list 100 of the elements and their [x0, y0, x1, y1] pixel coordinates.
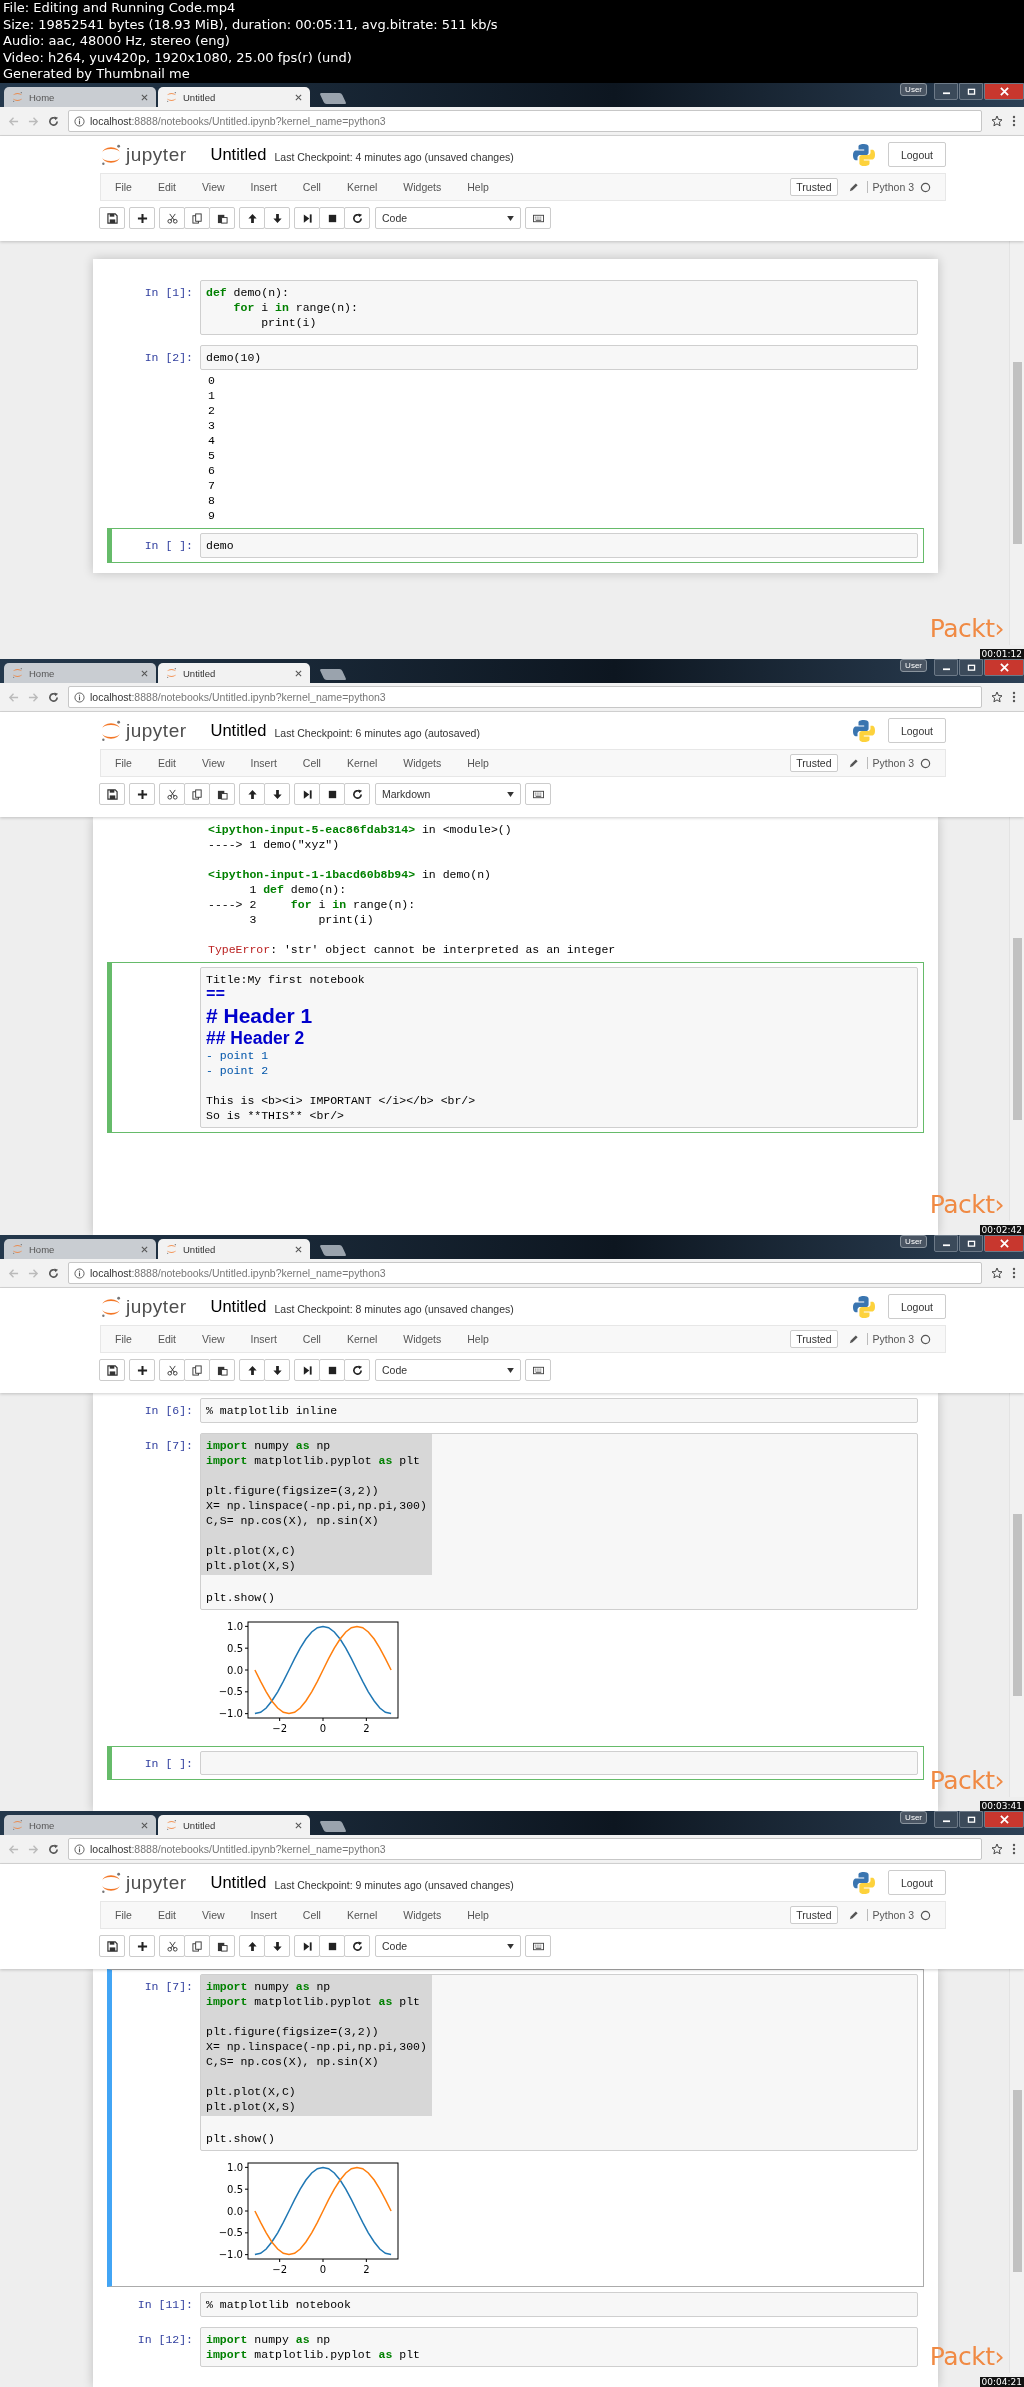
menu-item[interactable]: Edit	[157, 181, 176, 193]
paste-button[interactable]	[209, 783, 235, 805]
menu-item[interactable]: Widgets	[403, 757, 442, 769]
menu-item[interactable]: Edit	[157, 757, 176, 769]
code-editor[interactable]: def demo(n): for i in range(n): print(i)	[200, 280, 918, 335]
menu-item[interactable]: View	[202, 757, 225, 769]
close-icon[interactable]	[141, 669, 148, 677]
browser-tab[interactable]: Untitled	[158, 1239, 310, 1259]
reload-icon[interactable]	[48, 1843, 59, 1855]
kebab-menu-icon[interactable]	[1012, 1267, 1016, 1279]
close-icon[interactable]	[295, 1245, 302, 1253]
paste-button[interactable]	[209, 1935, 235, 1957]
menu-item[interactable]: Help	[467, 1909, 489, 1921]
close-window-button[interactable]	[984, 659, 1024, 676]
new-tab-button[interactable]	[319, 1245, 347, 1256]
close-icon[interactable]	[141, 1821, 148, 1829]
restart-button[interactable]	[344, 783, 370, 805]
keyboard-button[interactable]	[525, 783, 551, 805]
maximize-button[interactable]	[959, 1811, 983, 1828]
star-icon[interactable]	[991, 115, 1003, 127]
menu-item[interactable]: Cell	[302, 1909, 321, 1921]
cell-type-dropdown[interactable]: Code	[375, 207, 521, 229]
add-button[interactable]	[129, 207, 155, 229]
menu-item[interactable]: Insert	[250, 1333, 277, 1345]
run-button[interactable]	[294, 783, 320, 805]
menu-item[interactable]: View	[202, 1333, 225, 1345]
close-icon[interactable]	[141, 1245, 148, 1253]
menu-item[interactable]: Help	[467, 181, 489, 193]
move-down-button[interactable]	[264, 207, 290, 229]
trusted-badge[interactable]: Trusted	[790, 1906, 838, 1924]
copy-button[interactable]	[184, 207, 210, 229]
run-button[interactable]	[294, 1359, 320, 1381]
menu-item[interactable]: File	[115, 757, 132, 769]
cut-button[interactable]	[159, 207, 185, 229]
restart-button[interactable]	[344, 207, 370, 229]
address-field[interactable]: localhost:8888/notebooks/Untitled.ipynb?kernel_name=python3	[68, 110, 982, 132]
stop-button[interactable]	[319, 207, 345, 229]
browser-tab[interactable]: Home	[4, 87, 156, 107]
close-icon[interactable]	[141, 93, 148, 101]
browser-tab[interactable]: Home	[4, 663, 156, 683]
cell-type-dropdown[interactable]: Code	[375, 1359, 521, 1381]
close-window-button[interactable]	[984, 1811, 1024, 1828]
code-editor[interactable]: demo	[200, 533, 918, 558]
close-icon[interactable]	[295, 93, 302, 101]
copy-button[interactable]	[184, 1935, 210, 1957]
move-down-button[interactable]	[264, 1935, 290, 1957]
close-window-button[interactable]	[984, 1235, 1024, 1252]
stop-button[interactable]	[319, 1935, 345, 1957]
cut-button[interactable]	[159, 1935, 185, 1957]
restart-button[interactable]	[344, 1935, 370, 1957]
browser-tab[interactable]: Untitled	[158, 1815, 310, 1835]
browser-tab[interactable]: Untitled	[158, 663, 310, 683]
add-button[interactable]	[129, 1935, 155, 1957]
cell-type-dropdown[interactable]: Markdown	[375, 783, 521, 805]
move-up-button[interactable]	[239, 1935, 265, 1957]
maximize-button[interactable]	[959, 1235, 983, 1252]
address-field[interactable]: localhost:8888/notebooks/Untitled.ipynb?kernel_name=python3	[68, 1838, 982, 1860]
menu-item[interactable]: Insert	[250, 757, 277, 769]
menu-item[interactable]: Kernel	[346, 1333, 378, 1345]
menu-item[interactable]: Edit	[157, 1909, 176, 1921]
menu-item[interactable]: Widgets	[403, 1909, 442, 1921]
stop-button[interactable]	[319, 1359, 345, 1381]
run-button[interactable]	[294, 1935, 320, 1957]
save-button[interactable]	[99, 1359, 125, 1381]
code-editor[interactable]: import numpy as np import matplotlib.pyplot as plt	[200, 2327, 918, 2367]
code-editor[interactable]: import numpy as np import matplotlib.pyplot as plt plt.figure(figsize=(3,2)) X= np.linspace(-np.pi,np.pi,300) C,S= np.cos(X), np.sin(X) plt.plot(X,C) plt.plot(X,S) plt.show()	[200, 1974, 918, 2151]
copy-button[interactable]	[184, 1359, 210, 1381]
code-editor[interactable]: % matplotlib notebook	[200, 2292, 918, 2317]
new-tab-button[interactable]	[319, 1821, 347, 1832]
menu-item[interactable]: Edit	[157, 1333, 176, 1345]
menu-item[interactable]: Widgets	[403, 1333, 442, 1345]
menu-item[interactable]: Insert	[250, 1909, 277, 1921]
keyboard-button[interactable]	[525, 1359, 551, 1381]
menu-item[interactable]: Cell	[302, 1333, 321, 1345]
cut-button[interactable]	[159, 783, 185, 805]
move-up-button[interactable]	[239, 207, 265, 229]
menu-item[interactable]: Kernel	[346, 757, 378, 769]
stop-button[interactable]	[319, 783, 345, 805]
logout-button[interactable]: Logout	[887, 1294, 946, 1319]
cut-button[interactable]	[159, 1359, 185, 1381]
menu-item[interactable]: File	[115, 181, 132, 193]
add-button[interactable]	[129, 783, 155, 805]
menu-item[interactable]: Kernel	[346, 181, 378, 193]
notebook-title[interactable]: Untitled	[210, 1297, 267, 1316]
code-editor[interactable]: import numpy as np import matplotlib.pyplot as plt plt.figure(figsize=(3,2)) X= np.linspace(-np.pi,np.pi,300) C,S= np.cos(X), np.sin(X) plt.plot(X,C) plt.plot(X,S) plt.show()	[200, 1433, 918, 1610]
address-field[interactable]: localhost:8888/notebooks/Untitled.ipynb?kernel_name=python3	[68, 686, 982, 708]
menu-item[interactable]: Help	[467, 1333, 489, 1345]
menu-item[interactable]: Help	[467, 757, 489, 769]
notebook-title[interactable]: Untitled	[210, 721, 267, 740]
star-icon[interactable]	[991, 1843, 1003, 1855]
keyboard-button[interactable]	[525, 1935, 551, 1957]
move-up-button[interactable]	[239, 783, 265, 805]
cell-type-dropdown[interactable]: Code	[375, 1935, 521, 1957]
add-button[interactable]	[129, 1359, 155, 1381]
close-window-button[interactable]	[984, 83, 1024, 100]
new-tab-button[interactable]	[319, 669, 347, 680]
move-down-button[interactable]	[264, 783, 290, 805]
pencil-icon[interactable]	[847, 757, 859, 769]
save-button[interactable]	[99, 207, 125, 229]
move-up-button[interactable]	[239, 1359, 265, 1381]
